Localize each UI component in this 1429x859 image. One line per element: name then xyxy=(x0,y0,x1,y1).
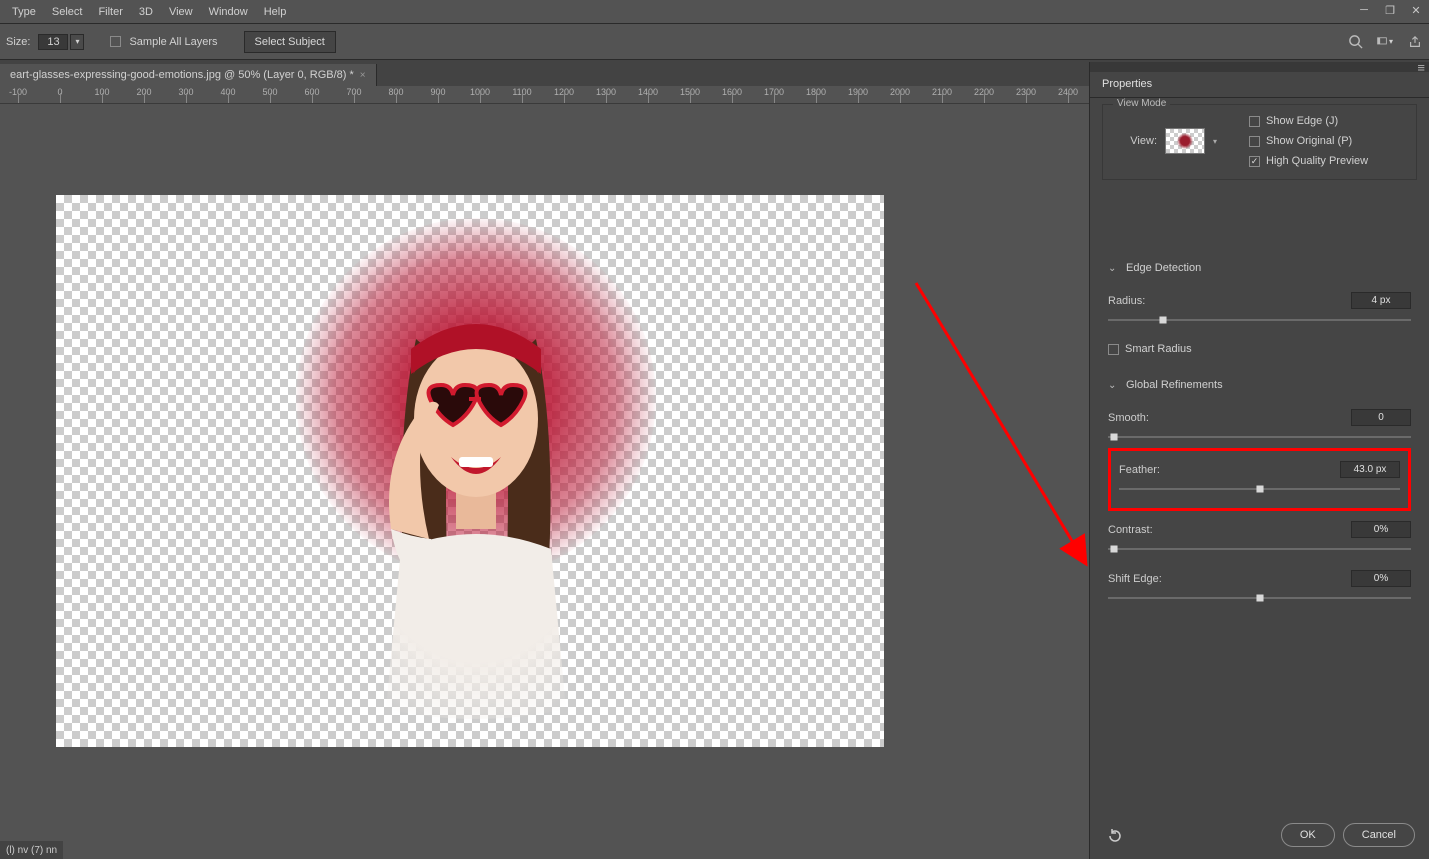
edge-detection-section: Radius: 4 px Smart Radius xyxy=(1094,280,1425,359)
feather-control: Feather: 43.0 px xyxy=(1119,457,1400,498)
hq-preview-checkbox[interactable]: High Quality Preview xyxy=(1249,155,1368,167)
menu-filter[interactable]: Filter xyxy=(90,2,130,22)
select-subject-button[interactable]: Select Subject xyxy=(244,31,336,53)
menu-help[interactable]: Help xyxy=(256,2,295,22)
document-tab-close-icon[interactable]: × xyxy=(360,70,366,81)
smooth-value[interactable]: 0 xyxy=(1351,409,1411,426)
document-tab[interactable]: eart-glasses-expressing-good-emotions.jp… xyxy=(0,64,377,86)
size-field[interactable]: 13 ▾ xyxy=(38,34,84,50)
global-refinements-header[interactable]: ⌄ Global Refinements xyxy=(1094,373,1425,397)
feather-value[interactable]: 43.0 px xyxy=(1340,461,1400,478)
contrast-slider[interactable] xyxy=(1108,542,1411,556)
feathered-subject xyxy=(266,230,686,710)
radius-slider[interactable] xyxy=(1108,313,1411,327)
status-scrap: (l) nv (7) nn xyxy=(0,841,63,859)
horizontal-ruler: -100010020030040050060070080090010001100… xyxy=(0,86,1089,104)
show-original-label: Show Original (P) xyxy=(1266,135,1352,147)
smart-radius-checkbox[interactable]: Smart Radius xyxy=(1108,343,1411,355)
view-mode-title: View Mode xyxy=(1113,98,1170,109)
view-thumbnail[interactable] xyxy=(1165,128,1205,154)
global-refinements-section: Smooth: 0 Feather: 43.0 px xyxy=(1094,397,1425,611)
canvas[interactable] xyxy=(56,195,884,747)
shift-edge-value[interactable]: 0% xyxy=(1351,570,1411,587)
panel-tabs: Properties xyxy=(1090,72,1429,98)
radius-control: Radius: 4 px xyxy=(1108,288,1411,329)
menu-bar: Type Select Filter 3D View Window Help xyxy=(0,0,1429,24)
contrast-value[interactable]: 0% xyxy=(1351,521,1411,538)
smooth-label: Smooth: xyxy=(1108,412,1149,424)
cancel-button[interactable]: Cancel xyxy=(1343,823,1415,847)
show-edge-label: Show Edge (J) xyxy=(1266,115,1338,127)
radius-value[interactable]: 4 px xyxy=(1351,292,1411,309)
panel-flyout-icon[interactable]: ≡ xyxy=(1417,60,1425,75)
contrast-control: Contrast: 0% xyxy=(1108,517,1411,558)
person-illustration xyxy=(321,279,631,719)
edge-detection-title: Edge Detection xyxy=(1126,262,1201,274)
size-label: Size: xyxy=(6,36,30,48)
maximize-icon[interactable]: ❐ xyxy=(1381,2,1399,18)
size-value[interactable]: 13 xyxy=(38,34,68,50)
ok-button[interactable]: OK xyxy=(1281,823,1335,847)
close-icon[interactable]: ✕ xyxy=(1407,2,1425,18)
size-dropdown-icon[interactable]: ▾ xyxy=(70,34,84,50)
workspace: -100010020030040050060070080090010001100… xyxy=(0,86,1089,859)
shift-edge-slider[interactable] xyxy=(1108,591,1411,605)
smooth-control: Smooth: 0 xyxy=(1108,405,1411,446)
menu-select[interactable]: Select xyxy=(44,2,91,22)
document-tab-label: eart-glasses-expressing-good-emotions.jp… xyxy=(10,69,354,81)
view-label: View: xyxy=(1113,135,1157,147)
search-icon[interactable] xyxy=(1347,34,1363,50)
hq-preview-label: High Quality Preview xyxy=(1266,155,1368,167)
chevron-down-icon: ⌄ xyxy=(1108,380,1118,391)
menu-window[interactable]: Window xyxy=(201,2,256,22)
chevron-down-icon: ⌄ xyxy=(1108,263,1118,274)
feather-highlight: Feather: 43.0 px xyxy=(1108,448,1411,511)
radius-label: Radius: xyxy=(1108,295,1145,307)
edge-detection-header[interactable]: ⌄ Edge Detection xyxy=(1094,256,1425,280)
contrast-label: Contrast: xyxy=(1108,524,1153,536)
menu-3d[interactable]: 3D xyxy=(131,2,161,22)
panel-content: View Mode View: ▾ Show Edge (J) Show Ori… xyxy=(1090,98,1429,811)
window-controls: ─ ❐ ✕ xyxy=(1355,2,1425,18)
properties-tab[interactable]: Properties xyxy=(1090,72,1164,97)
minimize-icon[interactable]: ─ xyxy=(1355,2,1373,18)
sample-all-layers-checkbox[interactable] xyxy=(110,36,121,47)
global-refinements-title: Global Refinements xyxy=(1126,379,1223,391)
options-bar: Size: 13 ▾ Sample All Layers Select Subj… xyxy=(0,24,1429,60)
properties-panel: ≡ Properties View Mode View: ▾ Show Edge… xyxy=(1089,62,1429,859)
share-icon[interactable] xyxy=(1407,34,1423,50)
show-edge-checkbox[interactable]: Show Edge (J) xyxy=(1249,115,1368,127)
view-dropdown-icon[interactable]: ▾ xyxy=(1213,137,1223,146)
menu-type[interactable]: Type xyxy=(4,2,44,22)
reset-icon[interactable] xyxy=(1104,827,1126,845)
shift-edge-control: Shift Edge: 0% xyxy=(1108,566,1411,607)
smooth-slider[interactable] xyxy=(1108,430,1411,444)
show-original-checkbox[interactable]: Show Original (P) xyxy=(1249,135,1368,147)
canvas-area[interactable] xyxy=(0,104,1089,859)
sample-all-layers-label: Sample All Layers xyxy=(129,36,217,48)
panel-footer: OK Cancel xyxy=(1090,811,1429,859)
smart-radius-label: Smart Radius xyxy=(1125,343,1192,355)
menu-view[interactable]: View xyxy=(161,2,201,22)
shift-edge-label: Shift Edge: xyxy=(1108,573,1162,585)
view-mode-group: View Mode View: ▾ Show Edge (J) Show Ori… xyxy=(1102,104,1417,180)
feather-label: Feather: xyxy=(1119,464,1160,476)
feather-slider[interactable] xyxy=(1119,482,1400,496)
panel-strip: ≡ xyxy=(1090,62,1429,72)
screen-mode-icon[interactable]: ▾ xyxy=(1377,34,1393,50)
